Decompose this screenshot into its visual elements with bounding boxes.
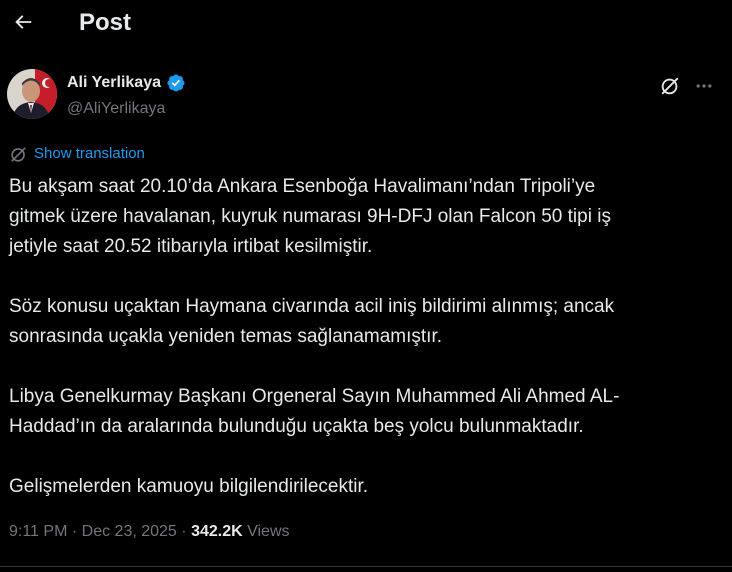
back-button[interactable] bbox=[8, 7, 38, 37]
meta-separator: · bbox=[71, 523, 78, 540]
tweet-paragraph: Libya Genelkurmay Başkanı Orgeneral Sayı… bbox=[9, 386, 620, 437]
views-label: Views bbox=[247, 523, 290, 540]
grok-icon bbox=[661, 77, 679, 95]
page-title: Post bbox=[79, 9, 132, 36]
avatar-photo bbox=[7, 69, 57, 119]
tweet-date[interactable]: Dec 23, 2025 bbox=[82, 523, 177, 540]
show-translation-label: Show translation bbox=[34, 145, 145, 162]
more-horizontal-icon bbox=[696, 84, 712, 88]
arrow-left-icon bbox=[15, 15, 32, 29]
tweet-paragraph: Bu akşam saat 20.10’da Ankara Esenboğa H… bbox=[9, 176, 611, 257]
tweet-paragraph: Gelişmelerden kamuoyu bilgilendirilecekt… bbox=[9, 476, 369, 497]
globe-translate-icon bbox=[11, 146, 26, 162]
top-bar: Post bbox=[0, 0, 732, 46]
more-options-button[interactable] bbox=[690, 72, 718, 100]
divider bbox=[0, 566, 732, 567]
show-translation-link[interactable]: Show translation bbox=[9, 144, 145, 164]
author-name[interactable]: Ali Yerlikaya bbox=[67, 72, 186, 94]
tweet-time[interactable]: 9:11 PM bbox=[9, 523, 67, 540]
author-handle[interactable]: @AliYerlikaya bbox=[67, 98, 165, 120]
author-name-text: Ali Yerlikaya bbox=[67, 74, 161, 91]
meta-separator: · bbox=[181, 523, 187, 540]
tweet-meta: 9:11 PM · Dec 23, 2025 · 342.2K Views bbox=[9, 521, 290, 543]
grok-button[interactable] bbox=[656, 72, 684, 100]
tweet-text: Bu akşam saat 20.10’da Ankara Esenboğa H… bbox=[9, 172, 725, 532]
views-count[interactable]: 342.2K bbox=[191, 523, 243, 540]
tweet-paragraph: Söz konusu uçaktan Haymana civarında aci… bbox=[9, 296, 615, 347]
avatar[interactable] bbox=[7, 69, 57, 119]
verified-badge-icon[interactable] bbox=[166, 73, 186, 93]
